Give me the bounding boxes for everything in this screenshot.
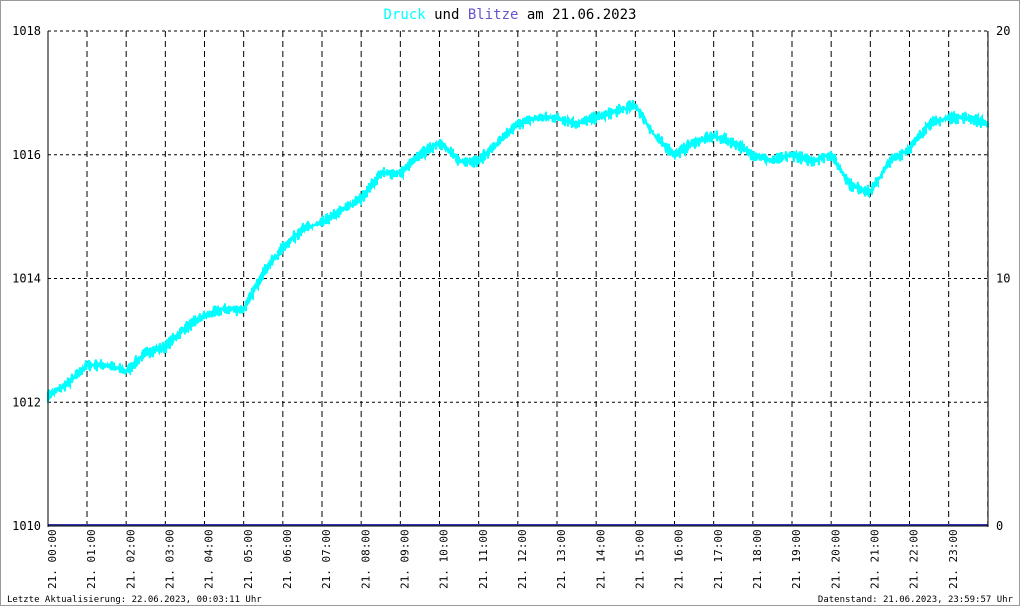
- x-tick-label: 21. 22:00: [908, 529, 921, 589]
- x-axis-labels: 21. 00:00 21. 01:00 21. 02:00 21. 03:00 21. …: [46, 529, 960, 589]
- x-tick-label: 21. 12:00: [516, 529, 529, 589]
- x-tick-label: 21. 06:00: [281, 529, 294, 589]
- title-space-2: [459, 7, 467, 23]
- x-tick-label: 21. 15:00: [634, 529, 647, 589]
- x-tick-label: 21. 14:00: [594, 529, 607, 589]
- title-space-3: [518, 7, 526, 23]
- x-tick-label: 21. 20:00: [829, 529, 842, 589]
- y-left-tick-label: 1012: [12, 395, 41, 409]
- x-tick-label: 21. 07:00: [320, 529, 333, 589]
- x-tick-label: 21. 03:00: [164, 529, 177, 589]
- x-tick-label: 21. 08:00: [359, 529, 372, 589]
- x-tick-label: 21. 10:00: [438, 529, 451, 589]
- x-tick-label: 21. 00:00: [46, 529, 59, 589]
- chart-frame: Druck und Blitze am 21.06.2023 1010 1012 1…: [0, 0, 1020, 606]
- x-tick-label: 21. 04:00: [203, 529, 216, 589]
- chart-grid: [48, 30, 989, 526]
- x-tick-label: 21. 01:00: [85, 529, 98, 589]
- x-tick-label: 21. 19:00: [790, 529, 803, 589]
- chart-title: Druck und Blitze am 21.06.2023: [384, 7, 637, 23]
- title-pressure-word: Druck: [384, 7, 427, 23]
- x-tick-label: 21. 02:00: [124, 529, 137, 589]
- y-right-tick-label: 20: [996, 24, 1010, 38]
- x-tick-label: 21. 09:00: [399, 529, 412, 589]
- y-left-tick-label: 1016: [12, 148, 41, 162]
- y-right-tick-label: 10: [996, 272, 1010, 286]
- x-tick-label: 21. 16:00: [673, 529, 686, 589]
- title-date: am 21.06.2023: [527, 7, 637, 23]
- x-tick-label: 21. 23:00: [947, 529, 960, 589]
- title-space-1: [426, 7, 434, 23]
- footer-last-update: Letzte Aktualisierung: 22.06.2023, 00:03…: [7, 595, 262, 605]
- x-tick-label: 21. 11:00: [477, 529, 490, 589]
- y-left-tick-label: 1014: [12, 272, 41, 286]
- x-tick-label: 21. 05:00: [242, 529, 255, 589]
- y-left-tick-label: 1010: [12, 519, 41, 533]
- x-tick-label: 21. 18:00: [751, 529, 764, 589]
- x-tick-label: 21. 17:00: [712, 529, 725, 589]
- pressure-lightning-chart: Druck und Blitze am 21.06.2023 1010 1012 1…: [7, 7, 1014, 605]
- title-lightning-word: Blitze: [468, 7, 519, 23]
- title-and-word: und: [434, 7, 459, 23]
- x-tick-label: 21. 13:00: [555, 529, 568, 589]
- footer-data-status: Datenstand: 21.06.2023, 23:59:57 Uhr: [818, 595, 1014, 605]
- y-right-tick-label: 0: [996, 519, 1003, 533]
- x-tick-label: 21. 21:00: [869, 529, 882, 589]
- y-left-tick-label: 1018: [12, 24, 41, 38]
